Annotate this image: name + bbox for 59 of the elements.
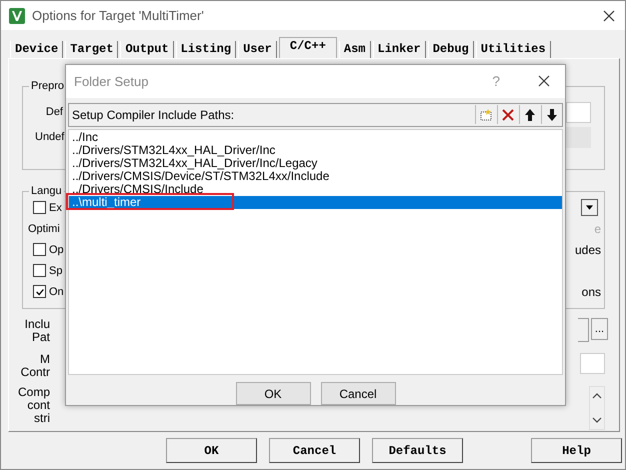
checkbox[interactable] <box>33 264 46 278</box>
scroll-up-icon[interactable] <box>592 393 602 400</box>
checkbox-label: Op <box>49 244 64 256</box>
close-icon[interactable] <box>603 10 615 22</box>
option-label: ons <box>582 284 601 299</box>
field-label: Pat <box>32 331 50 344</box>
tab[interactable]: Device <box>10 41 64 58</box>
browse-button[interactable]: ... <box>591 318 608 340</box>
tab[interactable]: C/C++ <box>278 37 337 58</box>
option-label: e <box>594 222 601 236</box>
tab[interactable]: Asm <box>338 41 371 58</box>
input-field[interactable] <box>566 102 591 122</box>
tab[interactable]: User <box>238 41 277 58</box>
close-icon[interactable] <box>538 75 550 88</box>
path-item[interactable]: ..\multi_timer <box>69 196 562 210</box>
dialog-title: Folder Setup <box>74 74 148 89</box>
option-label: udes <box>574 242 601 257</box>
field-label: Contr <box>20 366 50 379</box>
path-item[interactable]: ../Drivers/STM32L4xx_HAL_Driver/Inc/Legacy <box>69 157 562 170</box>
tab[interactable]: Listing <box>176 41 236 58</box>
checkbox-label: Ex <box>49 202 62 214</box>
checkbox-label: Sp <box>49 264 62 277</box>
app-icon <box>9 8 25 24</box>
section-label: Optimi <box>28 222 60 235</box>
checkbox[interactable] <box>33 285 46 298</box>
field-label: cont <box>27 399 50 412</box>
dropdown-button[interactable] <box>581 199 598 216</box>
path-item[interactable]: ../Drivers/CMSIS/Device/ST/STM32L4xx/Include <box>69 170 562 184</box>
scroll-down-icon[interactable] <box>592 417 602 424</box>
window-title: Options for Target 'MultiTimer' <box>32 8 205 23</box>
text-area[interactable] <box>589 386 605 430</box>
checkbox-label: On <box>49 286 64 298</box>
dialog-button[interactable]: OK <box>166 438 257 463</box>
toolbar-label: Setup Compiler Include Paths: <box>72 108 234 122</box>
path-item[interactable]: ../Drivers/STM32L4xx_HAL_Driver/Inc <box>69 144 562 158</box>
tab[interactable]: Output <box>120 41 174 58</box>
dialog-button[interactable]: Defaults <box>372 438 463 463</box>
tab[interactable]: Utilities <box>476 41 551 58</box>
dialog-button[interactable]: Cancel <box>269 438 360 463</box>
field-label: Comp <box>18 386 50 400</box>
checkbox[interactable] <box>33 243 46 256</box>
checkbox[interactable] <box>33 201 46 214</box>
path-item[interactable]: ../Drivers/CMSIS/Include <box>69 183 562 196</box>
field-label: Undef <box>35 131 63 143</box>
input-field[interactable] <box>580 352 605 374</box>
dialog-button[interactable]: Help <box>531 438 622 463</box>
dialog-button[interactable]: Cancel <box>320 382 396 405</box>
dialog-button[interactable]: OK <box>236 382 310 405</box>
path-item[interactable]: ../Inc <box>69 131 562 144</box>
field-label: Inclu <box>24 318 50 332</box>
tab[interactable]: Linker <box>372 41 426 58</box>
field-label: Def <box>44 106 63 118</box>
field-label: stri <box>34 412 50 426</box>
caret-icon <box>586 205 593 210</box>
field-label: M <box>40 352 50 366</box>
tab[interactable]: Debug <box>428 41 474 58</box>
group-label: Langu <box>29 185 64 198</box>
tab[interactable]: Target <box>65 41 118 58</box>
group-label: Prepro <box>29 80 66 92</box>
